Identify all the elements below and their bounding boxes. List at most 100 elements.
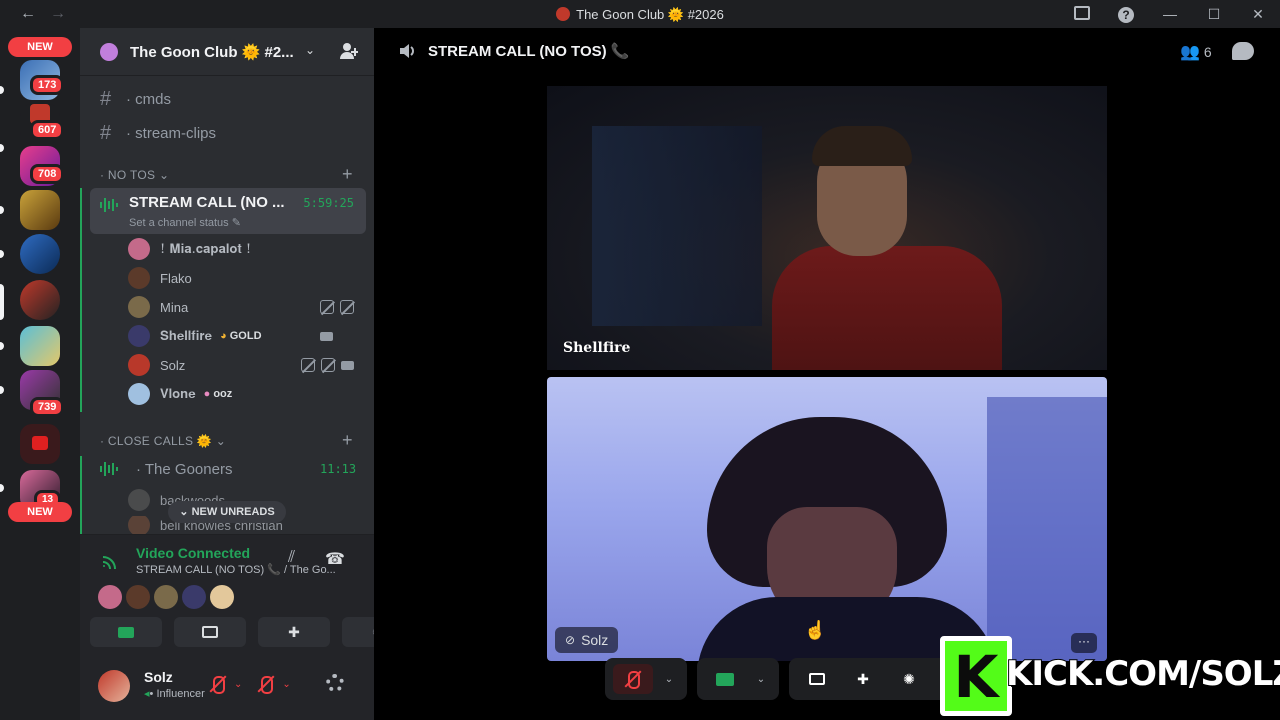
user-name[interactable]: Solz	[144, 669, 173, 685]
soundboard-button[interactable]: ✺	[889, 664, 929, 694]
call-controls: ⌄ ⌄ ✚ ✺ ⋯	[605, 658, 983, 700]
mic-options-caret[interactable]: ⌄	[234, 679, 242, 690]
member-name: Solz	[160, 357, 186, 373]
add-channel-icon[interactable]: +	[342, 164, 353, 185]
background-image	[987, 397, 1107, 661]
category-label: · CLOSE CALLS 🌞	[100, 434, 213, 448]
deafen-options-caret[interactable]: ⌄	[282, 679, 290, 690]
new-pill-top[interactable]: NEW	[8, 37, 72, 57]
server-icon[interactable]	[20, 234, 60, 274]
activities-button[interactable]: ✚	[843, 664, 883, 694]
voice-status-subtitle[interactable]: STREAM CALL (NO TOS) 📞 / The Go...	[136, 563, 346, 576]
voice-member[interactable]: Flako	[128, 265, 192, 291]
call-title: STREAM CALL (NO TOS) 📞	[428, 43, 630, 60]
muted-mic-icon	[623, 669, 643, 689]
help-button[interactable]: ?	[1104, 6, 1148, 23]
activities-icon: ✚	[857, 670, 869, 687]
voice-status-title[interactable]: Video Connected	[136, 545, 250, 561]
video-tile-solz[interactable]: ⊘ Solz ···	[547, 377, 1107, 661]
new-unreads-pill[interactable]: ⌄ NEW UNREADS	[168, 501, 286, 523]
disconnect-icon[interactable]: ☎	[325, 549, 345, 569]
server-icon-active[interactable]	[20, 280, 60, 320]
avatar	[98, 585, 122, 609]
add-channel-icon[interactable]: +	[342, 430, 353, 451]
camera-options-caret[interactable]: ⌄	[751, 674, 771, 685]
avatar	[128, 354, 150, 376]
unread-pip	[0, 144, 4, 152]
help-icon: ?	[1118, 6, 1134, 23]
clan-tag-label: ooz	[213, 388, 233, 400]
channel-stream-clips[interactable]: # · stream-clips	[100, 118, 216, 148]
window-title-text: The Goon Club 🌞 #2026	[576, 7, 724, 22]
inbox-button[interactable]	[1060, 5, 1104, 23]
hand-cursor-icon: ☝	[804, 620, 827, 640]
category-no-tos[interactable]: · NO TOS ⌄	[100, 168, 169, 182]
category-close-calls[interactable]: · CLOSE CALLS 🌞 ⌄	[100, 434, 226, 448]
channel-sidebar: The Goon Club 🌞 #2... ⌄ # · cmds # · strea…	[80, 28, 414, 720]
screen-share-button[interactable]	[174, 617, 246, 647]
camera-icon	[320, 332, 333, 341]
mute-mic-button[interactable]	[613, 664, 653, 694]
voice-member[interactable]: 𝐒𝐡𝐞𝐥𝐥𝐟𝐢𝐫𝐞 ◕ GOLD	[128, 323, 262, 349]
voice-member[interactable]: Mina	[128, 294, 188, 320]
screen-share-button[interactable]	[797, 664, 837, 694]
avatar	[128, 238, 150, 260]
forward-arrow-icon[interactable]: →	[50, 5, 66, 23]
settings-gear-icon[interactable]	[326, 674, 344, 692]
close-button[interactable]: ✕	[1236, 6, 1280, 23]
voice-timer: 5:59:25	[303, 196, 354, 210]
member-status-icons	[320, 329, 333, 341]
voice-timer: 11:13	[320, 462, 357, 476]
chat-icon[interactable]	[1232, 42, 1254, 60]
user-controls: ⌄ ⌄	[208, 674, 291, 694]
participants-button[interactable]: 👥 6	[1180, 42, 1212, 62]
avatar	[128, 325, 150, 347]
voice-channel-the-gooners[interactable]: · The Gooners	[100, 454, 232, 484]
activities-button[interactable]: ✚	[258, 617, 330, 647]
server-icon[interactable]	[20, 424, 60, 464]
avatar	[128, 296, 150, 318]
channel-cmds[interactable]: # · cmds	[100, 84, 171, 114]
voice-member[interactable]: 𝐕𝐥𝐨𝐧𝐞 ● ooz	[128, 381, 232, 407]
inbox-icon	[1074, 5, 1090, 20]
avatar	[210, 585, 234, 609]
user-avatar[interactable]	[98, 670, 130, 702]
people-icon: 👥	[1180, 44, 1200, 61]
new-pill-bottom[interactable]: NEW	[8, 502, 72, 522]
user-status-text: • Influencer	[149, 688, 205, 700]
avatar	[128, 267, 150, 289]
mic-options-caret[interactable]: ⌄	[659, 674, 679, 685]
avatar	[128, 516, 150, 534]
camera-toggle-button[interactable]	[90, 617, 162, 647]
voice-channel-stream-call[interactable]: STREAM CALL (NO ... 5:59:25 Set a channe…	[90, 188, 366, 234]
member-name: Flako	[160, 270, 192, 286]
voice-member[interactable]: ! 𝐌𝐢𝐚.𝐜𝐚𝐩𝐚𝐥𝐨𝐭 !	[128, 236, 251, 262]
voice-panel-actions: ✚ ✺	[90, 617, 414, 647]
kick-logo: K	[940, 636, 1012, 716]
server-icon[interactable]	[20, 190, 60, 230]
noise-suppression-icon[interactable]: ⫽	[288, 549, 295, 567]
voice-channel-name: STREAM CALL (NO ...	[129, 194, 285, 211]
camera-button[interactable]	[705, 664, 745, 694]
server-name: The Goon Club 🌞 #2...	[130, 43, 294, 61]
hash-icon: #	[100, 87, 112, 110]
mute-mic-button[interactable]	[208, 674, 228, 694]
voice-channel-name: · The Gooners	[136, 460, 233, 478]
invite-people-icon[interactable]	[340, 42, 358, 60]
channel-label: · cmds	[126, 90, 171, 108]
deafen-button[interactable]	[256, 674, 276, 694]
crown-icon: ◕	[220, 330, 227, 342]
server-header[interactable]: The Goon Club 🌞 #2... ⌄	[80, 28, 374, 76]
server-logo-icon	[556, 7, 571, 21]
minimize-button[interactable]: —	[1148, 6, 1192, 22]
voice-avatars	[98, 585, 234, 609]
camera-icon	[341, 361, 354, 370]
video-tile-shellfire[interactable]: 𝐒𝐡𝐞𝐥𝐥𝐟𝐢𝐫𝐞	[547, 86, 1107, 370]
back-arrow-icon[interactable]: ←	[20, 5, 36, 23]
set-status-link[interactable]: Set a channel status ✎	[129, 216, 241, 229]
server-icon[interactable]	[20, 326, 60, 366]
voice-member[interactable]: Solz	[128, 352, 185, 378]
window-controls: ? — ☐ ✕	[1060, 0, 1280, 28]
maximize-button[interactable]: ☐	[1192, 6, 1236, 23]
connection-signal-icon[interactable]	[102, 553, 120, 569]
